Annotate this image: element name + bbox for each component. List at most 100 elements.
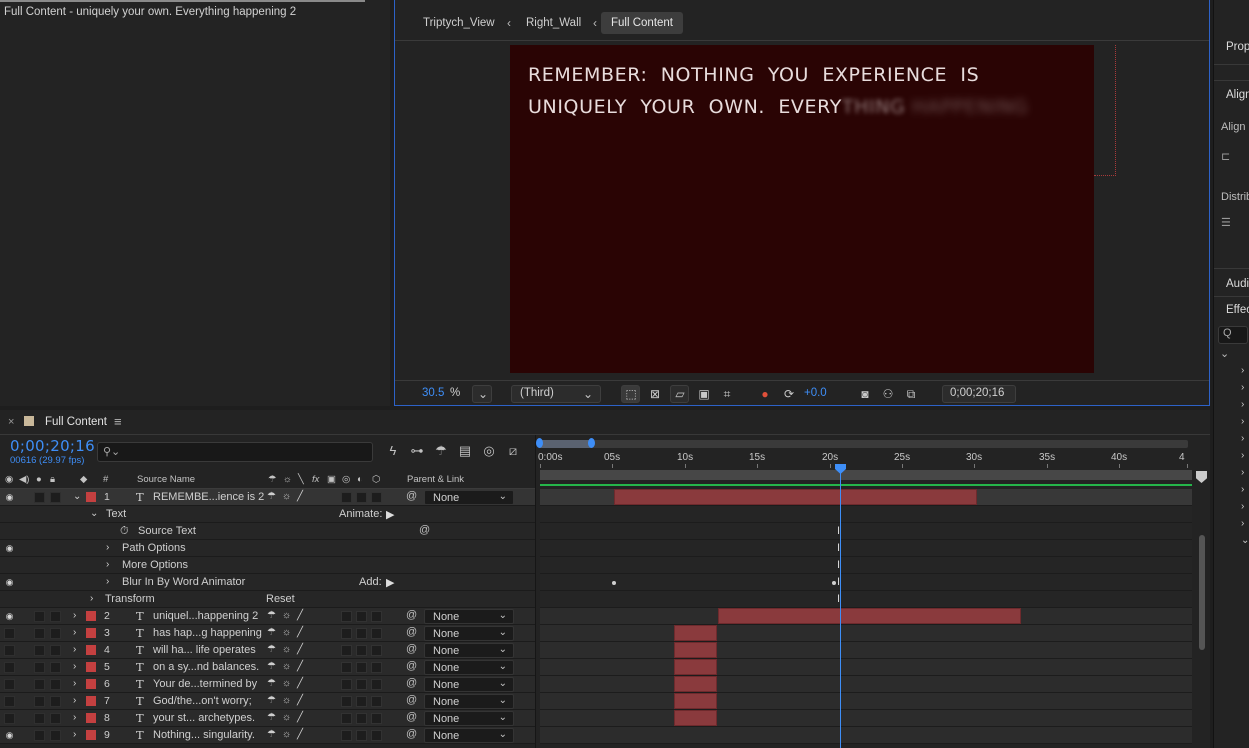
zoom-value[interactable]: 30.5: [422, 387, 444, 399]
layer-row-9[interactable]: ◉ › 9 T Nothing... singularity. ☂ ☼ ╱ @ None ⌄: [0, 727, 535, 744]
chevron-right-icon[interactable]: ›: [73, 695, 76, 706]
label-color[interactable]: [86, 730, 96, 740]
label-color[interactable]: [86, 611, 96, 621]
properties-panel-tab[interactable]: Properties: [1214, 36, 1249, 58]
solo-toggle[interactable]: [34, 730, 45, 741]
lock-toggle[interactable]: [50, 713, 61, 724]
label-color[interactable]: [86, 628, 96, 638]
solo-toggle[interactable]: [34, 662, 45, 673]
video-switch-icon[interactable]: ◉: [5, 474, 13, 485]
3d-toggle[interactable]: [371, 662, 382, 673]
lock-toggle[interactable]: [50, 611, 61, 622]
label-color[interactable]: [86, 679, 96, 689]
align-left-icon[interactable]: ⊏: [1221, 150, 1249, 163]
motion-blur-toggle[interactable]: [341, 492, 352, 503]
graph-editor-icon[interactable]: ⧄: [504, 442, 522, 460]
motion-blur-toggle[interactable]: [341, 696, 352, 707]
solo-switch-icon[interactable]: ●: [36, 474, 42, 485]
comp-mini-flowchart-icon[interactable]: ⊶: [408, 442, 426, 460]
layer-row-3[interactable]: › 3 Thas hap...g happening ☂ ☼ ╱ @ None ⌄: [0, 625, 535, 642]
eye-icon[interactable]: ◉: [4, 577, 15, 587]
navigator-end-handle[interactable]: [588, 438, 595, 448]
composition-viewer[interactable]: Triptych_View ‹ Right_Wall ‹ Full Conten…: [394, 0, 1210, 406]
3d-toggle[interactable]: [371, 628, 382, 639]
chevron-right-icon[interactable]: ›: [73, 610, 76, 621]
shy-switch-icon[interactable]: ☂: [267, 661, 276, 672]
property-row-text[interactable]: ⌄ Text Animate: ▶: [0, 506, 535, 523]
chevron-right-icon[interactable]: ›: [1241, 416, 1244, 427]
snapshot-icon[interactable]: ◙: [857, 386, 873, 402]
time-navigator-range[interactable]: [538, 440, 592, 448]
pick-whip-icon[interactable]: @: [406, 677, 417, 689]
adjustment-toggle[interactable]: [356, 628, 367, 639]
video-toggle[interactable]: [4, 628, 15, 639]
work-area-bar[interactable]: [540, 470, 1192, 480]
adjustment-toggle[interactable]: [356, 611, 367, 622]
motion-blur-toggle[interactable]: [341, 730, 352, 741]
motion-blur-toggle[interactable]: [341, 713, 352, 724]
chevron-right-icon[interactable]: ›: [1241, 365, 1244, 376]
lock-toggle[interactable]: [50, 492, 61, 503]
lock-switch-icon[interactable]: 🔒︎: [50, 474, 55, 485]
chevron-right-icon[interactable]: ›: [73, 644, 76, 655]
track-row-3[interactable]: [540, 625, 1192, 642]
resolution-dropdown[interactable]: (Third) ⌄: [511, 385, 601, 403]
lock-toggle[interactable]: [50, 679, 61, 690]
layer-row-5[interactable]: › 5 Ton a sy...nd balances. ☂ ☼ ╱ @ None ⌄: [0, 659, 535, 676]
track-row-2[interactable]: [540, 608, 1192, 625]
audio-panel-tab[interactable]: Audio: [1214, 273, 1249, 295]
transform-reset-link[interactable]: Reset: [266, 593, 295, 605]
layer-duration-bar[interactable]: [674, 642, 717, 658]
track-row-5[interactable]: [540, 659, 1192, 676]
playhead[interactable]: [840, 467, 841, 748]
chevron-right-icon[interactable]: ›: [73, 712, 76, 723]
collapse-switch-icon[interactable]: ☼: [282, 491, 291, 502]
3d-toggle[interactable]: [371, 713, 382, 724]
quality-switch-icon[interactable]: ╱: [297, 712, 303, 723]
exposure-value[interactable]: +0.0: [804, 387, 827, 399]
mask-visibility-button[interactable]: ▱: [670, 385, 689, 403]
current-timecode[interactable]: 0;00;20;16: [10, 437, 95, 455]
layer-duration-bar[interactable]: [614, 489, 977, 505]
eye-icon[interactable]: ◉: [4, 730, 15, 740]
3d-toggle[interactable]: [371, 492, 382, 503]
pick-whip-icon[interactable]: @: [406, 660, 417, 672]
pick-whip-icon[interactable]: @: [406, 694, 417, 706]
label-color[interactable]: [86, 662, 96, 672]
label-tag-icon[interactable]: ◆: [80, 474, 87, 485]
track-row-1[interactable]: [540, 489, 1192, 506]
effects-search-input[interactable]: Q: [1218, 326, 1248, 344]
eye-icon[interactable]: ◉: [4, 543, 15, 553]
layer-duration-bar[interactable]: [674, 659, 717, 675]
layer-duration-bar[interactable]: [674, 693, 717, 709]
pick-whip-icon[interactable]: @: [406, 609, 417, 621]
distribute-top-icon[interactable]: ☰: [1221, 216, 1249, 229]
collapse-switch-icon[interactable]: ☼: [282, 610, 291, 621]
layer-name[interactable]: Nothing... singularity.: [153, 729, 255, 741]
quality-switch-icon[interactable]: ╱: [297, 661, 303, 672]
chevron-down-icon[interactable]: ⌄: [90, 508, 98, 519]
track-row-6[interactable]: [540, 676, 1192, 693]
layer-row-1[interactable]: ◉ ⌄ 1 T REMEMBE...ience is 2 ☂ ☼ ╱ @ Non…: [0, 489, 535, 506]
layer-row-8[interactable]: › 8 Tyour st... archetypes. ☂ ☼ ╱ @ None ⌄: [0, 710, 535, 727]
solo-toggle[interactable]: [34, 696, 45, 707]
layer-name[interactable]: your st... archetypes.: [153, 712, 255, 724]
pick-whip-icon[interactable]: @: [406, 711, 417, 723]
motion-blur-toggle[interactable]: [341, 679, 352, 690]
layer-name[interactable]: uniquel...happening 2: [153, 610, 258, 622]
3d-toggle[interactable]: [371, 611, 382, 622]
chevron-right-icon[interactable]: ›: [106, 542, 109, 553]
chevron-right-icon[interactable]: ›: [90, 593, 93, 604]
shy-switch-icon[interactable]: ☂: [267, 678, 276, 689]
parent-dropdown[interactable]: None ⌄: [424, 660, 514, 675]
layer-name[interactable]: God/the...on't worry;: [153, 695, 252, 707]
label-color[interactable]: [86, 645, 96, 655]
fast-previews-button[interactable]: ⬚: [621, 385, 640, 403]
timeline-search-input[interactable]: ⚲⌄: [97, 442, 373, 462]
shy-switch-icon[interactable]: ☂: [267, 729, 276, 740]
breadcrumb-right-wall[interactable]: Right_Wall: [526, 12, 581, 34]
motion-blur-toggle[interactable]: [341, 645, 352, 656]
show-snapshot-icon[interactable]: ⚇: [880, 386, 896, 402]
label-color[interactable]: [86, 713, 96, 723]
column-parent-link[interactable]: Parent & Link: [407, 474, 464, 485]
